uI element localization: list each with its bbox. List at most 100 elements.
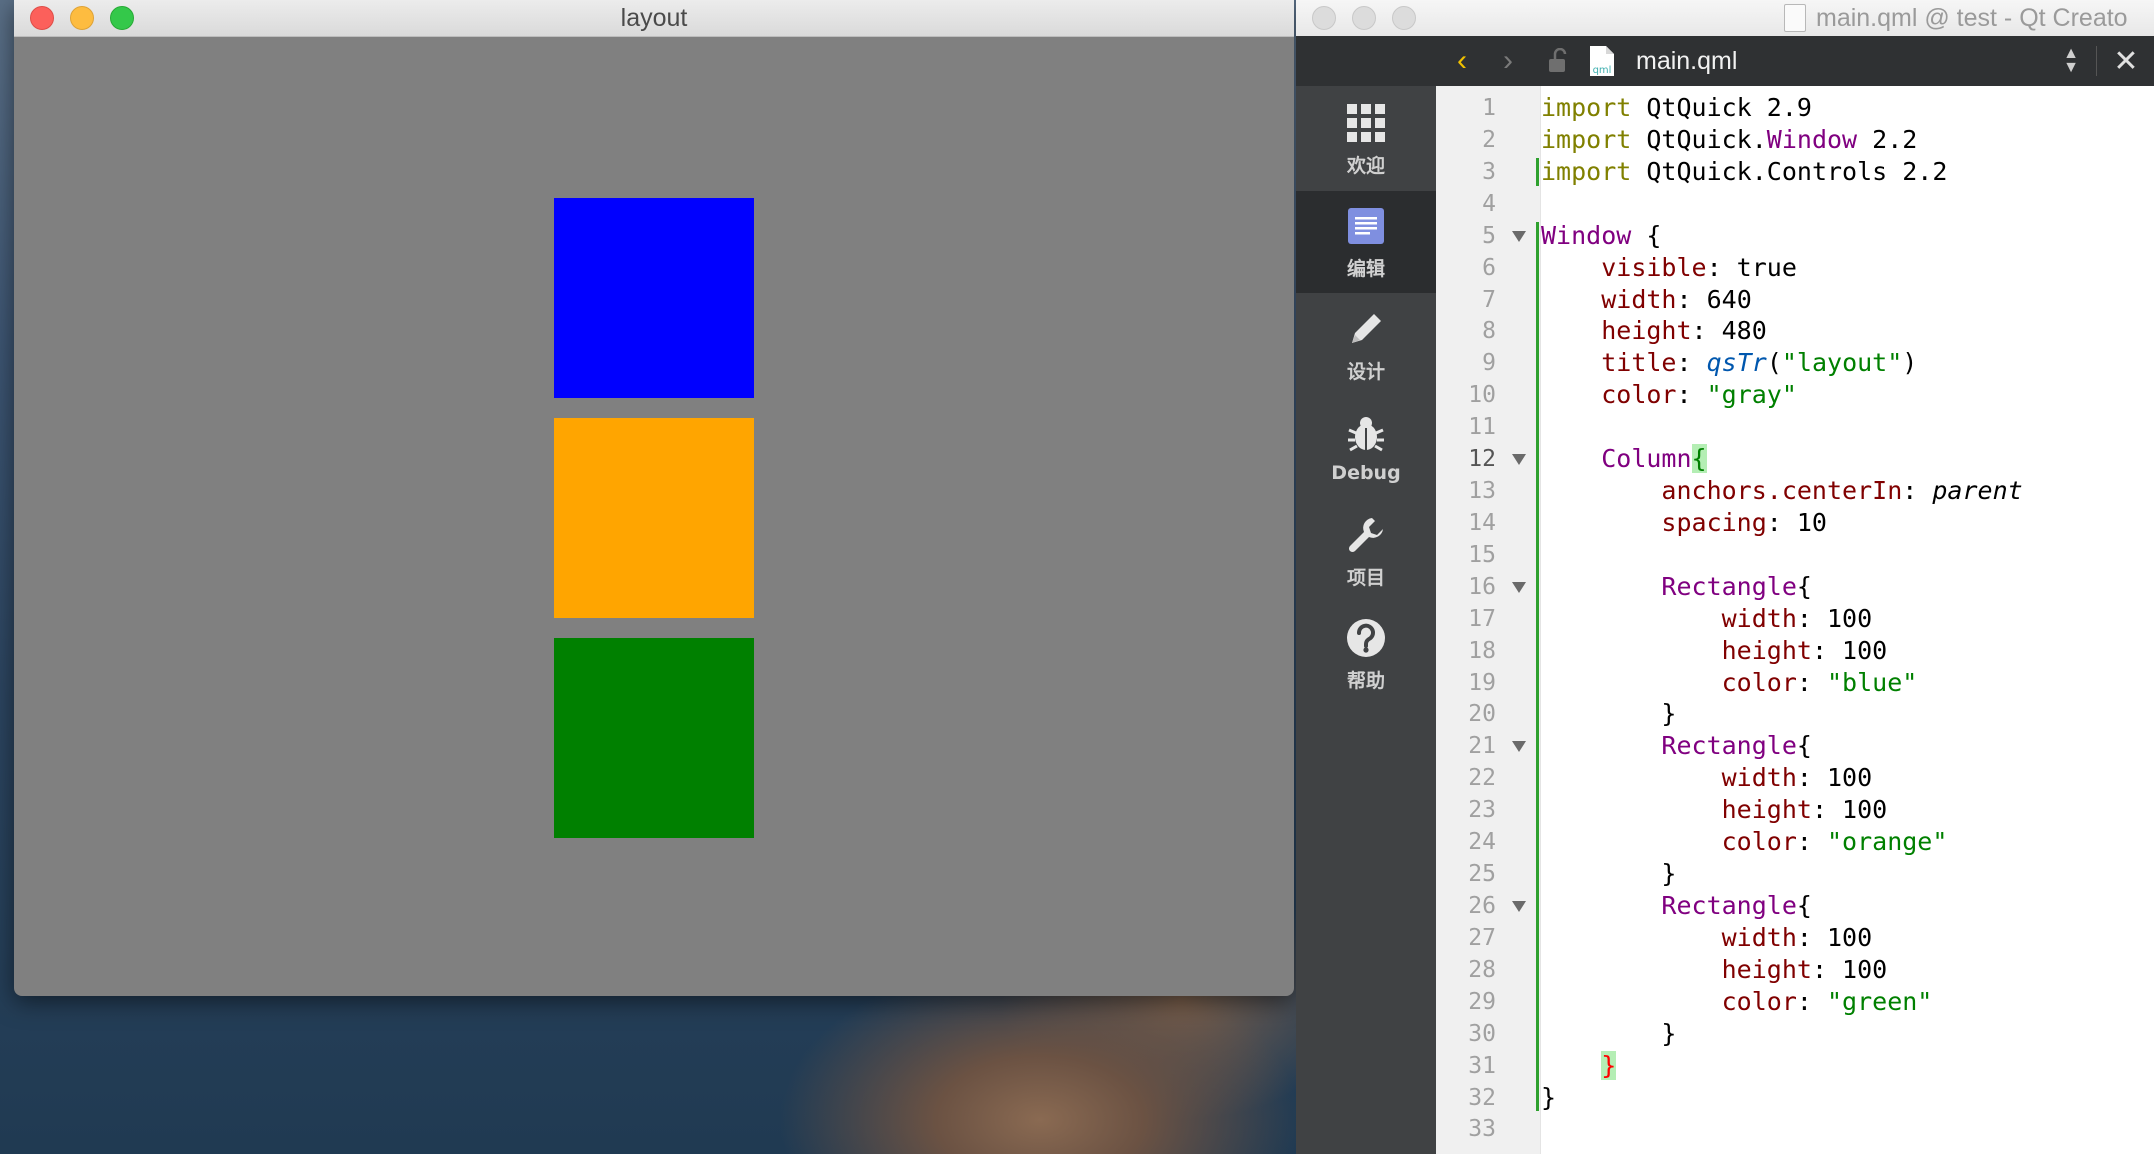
change-marker [1536,157,1539,186]
code-editor[interactable]: import QtQuick 2.9 import QtQuick.Window … [1541,86,2154,1154]
line-number: 7 [1482,286,1496,313]
mode-debug[interactable]: Debug [1296,397,1436,499]
mode-label: 编辑 [1346,257,1385,280]
close-icon: ✕ [2113,44,2139,78]
go-back-button[interactable]: ‹ [1442,36,1482,86]
mode-label: 欢迎 [1346,154,1385,177]
blue-rectangle [554,198,754,398]
line-number: 29 [1468,988,1496,1015]
code-line: height: 100 [1721,635,1888,665]
editor-toolbar: ‹ › qml main.qml ▲ ▼ ✕ [1436,36,2154,86]
mode-design[interactable]: 设计 [1296,294,1436,396]
line-number: 17 [1468,605,1496,632]
qt-creator-window: main.qml @ test - Qt Creato 欢迎 编辑 设计 Deb… [1296,0,2154,1154]
minimize-window-button[interactable] [1352,6,1376,30]
sidebar-header [1296,36,1436,86]
line-number: 25 [1468,861,1496,888]
app-titlebar[interactable]: layout [14,0,1294,37]
open-file-selector[interactable]: main.qml [1636,36,1737,86]
line-number: 32 [1468,1084,1496,1111]
mode-label: 帮助 [1346,669,1385,692]
toolbar-divider [2096,46,2097,76]
code-line: color: "green" [1721,986,1933,1016]
wrench-icon [1344,513,1388,557]
app-window-title: layout [620,4,688,32]
line-number: 28 [1468,956,1496,983]
mode-help[interactable]: 帮助 [1296,603,1436,705]
code-line: Rectangle{ [1661,891,1812,921]
code-line: } [1541,859,1677,889]
code-line: import QtQuick.Window 2.2 [1541,124,1918,154]
fold-toggle-icon[interactable] [1512,230,1526,242]
line-number: 16 [1468,573,1496,600]
document-edit-icon [1344,204,1388,248]
close-window-button[interactable] [1312,6,1336,30]
file-switch-button[interactable]: ▲ ▼ [2056,36,2086,86]
code-line: height: 480 [1601,316,1767,346]
code-line: Rectangle{ [1661,731,1812,761]
code-line: anchors.centerIn: parent [1661,476,2023,506]
fold-toggle-icon[interactable] [1512,581,1526,593]
qml-badge-text: qml [1593,65,1612,76]
code-line: height: 100 [1721,795,1888,825]
line-number: 22 [1468,765,1496,792]
fold-toggle-icon[interactable] [1512,454,1526,466]
code-line: spacing: 10 [1661,507,1827,537]
line-number: 4 [1482,190,1496,217]
file-lock-button[interactable] [1538,36,1578,86]
mode-sidebar: 欢迎 编辑 设计 Debug 项目 帮助 [1296,36,1436,1154]
line-number: 9 [1482,350,1496,377]
line-number: 12 [1468,446,1496,473]
qml-file-icon: qml [1582,36,1622,86]
mode-label: 设计 [1346,360,1385,383]
line-number: 14 [1468,509,1496,536]
grid-icon [1344,101,1388,145]
line-number: 27 [1468,924,1496,951]
orange-rectangle [554,418,754,618]
code-line: color: "orange" [1721,827,1948,857]
fold-toggle-icon[interactable] [1512,901,1526,913]
code-line: Column{ [1601,444,1707,474]
code-line: color: "blue" [1721,667,1918,697]
mode-edit[interactable]: 编辑 [1296,191,1436,293]
lock-icon [1549,48,1567,72]
close-document-button[interactable]: ✕ [2106,36,2146,86]
mode-projects[interactable]: 项目 [1296,500,1436,602]
line-number: 5 [1482,222,1496,249]
chevron-down-icon: ▼ [2063,59,2079,76]
chevron-left-icon: ‹ [1457,44,1467,77]
code-line: } [1541,1082,1557,1112]
line-number: 3 [1482,158,1496,185]
zoom-window-button[interactable] [1392,6,1416,30]
line-number-gutter[interactable]: 1 2 3 4 5 6 7 8 9 10 11 12 13 14 15 16 17 18 19 20 21 22 23 24 2… [1436,86,1541,1154]
code-line: Window { [1541,220,1662,250]
pencil-icon [1344,307,1388,351]
code-line: width: 100 [1721,763,1873,793]
code-line: } [1601,1050,1617,1080]
mode-label: Debug [1331,462,1401,484]
code-line: title: qsTr("layout") [1601,348,1918,378]
document-proxy-icon[interactable] [1784,4,1806,32]
code-line: width: 100 [1721,603,1873,633]
line-number: 30 [1468,1020,1496,1047]
line-number: 26 [1468,893,1496,920]
green-rectangle [554,638,754,838]
line-number: 6 [1482,254,1496,281]
line-number: 19 [1468,669,1496,696]
code-line: color: "gray" [1601,380,1797,410]
line-number: 15 [1468,541,1496,568]
bug-icon [1344,412,1388,456]
creator-titlebar[interactable]: main.qml @ test - Qt Creato [1296,0,2154,37]
code-line: height: 100 [1721,954,1888,984]
line-number: 10 [1468,382,1496,409]
line-number: 1 [1482,95,1496,121]
code-line: Rectangle{ [1661,571,1812,601]
code-line: import QtQuick 2.9 [1541,93,1812,122]
mode-welcome[interactable]: 欢迎 [1296,88,1436,190]
code-line: visible: true [1601,252,1797,282]
fold-toggle-icon[interactable] [1512,741,1526,753]
go-forward-button[interactable]: › [1488,36,1528,86]
code-line: width: 640 [1601,284,1752,314]
line-number: 11 [1468,414,1496,441]
change-marker [1536,221,1539,1112]
